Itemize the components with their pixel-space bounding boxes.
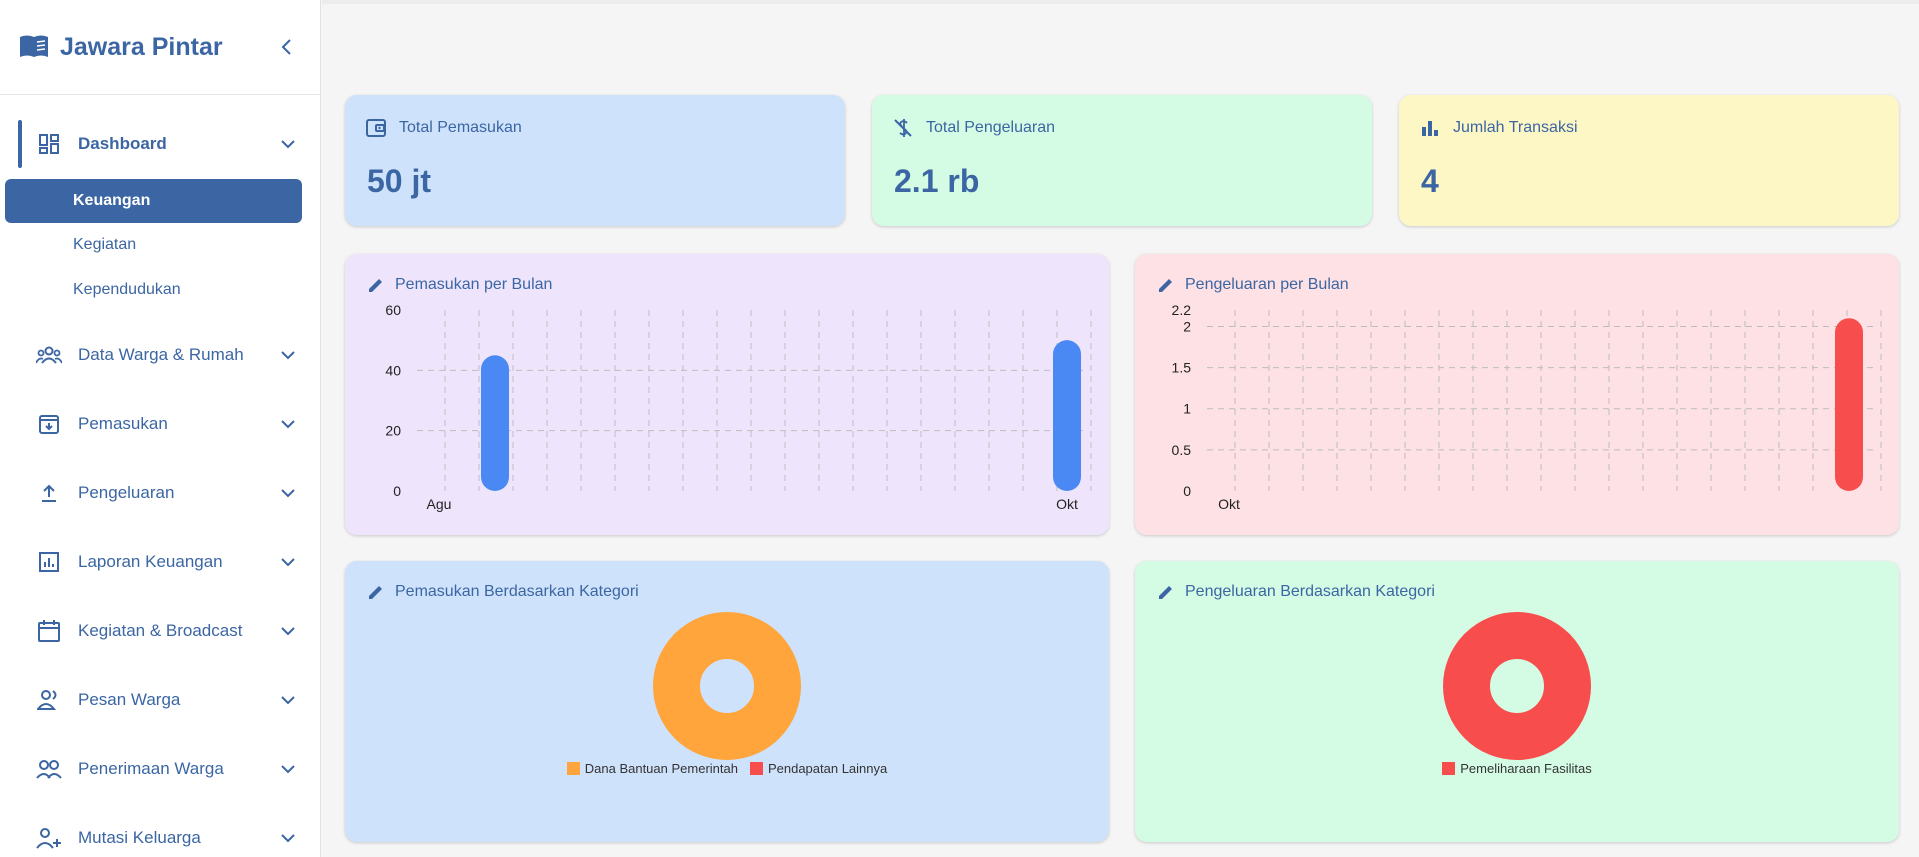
stat-card-total-pengeluaran: Total Pengeluaran 2.1 rb bbox=[872, 95, 1372, 226]
chevron-down-icon bbox=[281, 765, 295, 774]
sidebar-item-label: Penerimaan Warga bbox=[78, 759, 224, 778]
sidebar-item-label: Kegiatan & Broadcast bbox=[78, 621, 243, 640]
bar-chart-icon bbox=[1422, 121, 1438, 136]
chart-card-pemasukan-per-bulan: Pemasukan per Bulan 0 20 40 60 Agu Okt bbox=[345, 254, 1109, 535]
people-accept-icon bbox=[36, 757, 62, 781]
donut-chart-pemasukan bbox=[653, 612, 801, 760]
sidebar-item-pengeluaran[interactable]: Pengeluaran bbox=[0, 471, 320, 515]
stat-value: 2.1 rb bbox=[894, 163, 980, 199]
people-group-icon bbox=[36, 343, 62, 367]
upload-icon bbox=[36, 481, 62, 505]
x-tick-label: Agu bbox=[427, 496, 452, 512]
chevron-down-icon bbox=[281, 834, 295, 843]
y-tick-label: 2 bbox=[1183, 318, 1191, 334]
legend-item: Pemeliharaan Fasilitas bbox=[1442, 761, 1592, 776]
chart-card-pengeluaran-per-bulan: Pengeluaran per Bulan 0 0.5 1 1.5 2 2.2 Okt bbox=[1135, 254, 1899, 535]
book-logo-icon bbox=[20, 35, 48, 57]
sidebar-item-label: Mutasi Keluarga bbox=[78, 828, 201, 847]
legend-swatch bbox=[566, 762, 580, 775]
legend-item: Pendapatan Lainnya bbox=[749, 761, 888, 776]
sidebar-item-penerimaan-warga[interactable]: Penerimaan Warga bbox=[0, 747, 320, 791]
sidebar-item-label: Dashboard bbox=[78, 134, 167, 153]
sidebar-item-kegiatan-broadcast[interactable]: Kegiatan & Broadcast bbox=[0, 609, 320, 653]
people-message-icon bbox=[36, 688, 62, 712]
chevron-down-icon bbox=[281, 696, 295, 705]
sidebar-item-label: Laporan Keuangan bbox=[78, 552, 223, 571]
chevron-down-icon bbox=[281, 489, 295, 498]
bar bbox=[1053, 340, 1081, 491]
legend-label: Dana Bantuan Pemerintah bbox=[584, 761, 738, 776]
chevron-left-icon bbox=[281, 39, 291, 55]
bar-chart-pemasukan: 0 20 40 60 Agu Okt bbox=[385, 302, 1092, 512]
sidebar-item-mutasi-keluarga[interactable]: Mutasi Keluarga bbox=[0, 816, 320, 857]
sidebar-subitem-kegiatan[interactable]: Kegiatan bbox=[5, 223, 302, 267]
y-tick-label: 1 bbox=[1183, 401, 1191, 417]
sidebar-item-label: Pesan Warga bbox=[78, 690, 181, 709]
chevron-down-icon bbox=[281, 627, 295, 636]
sidebar-subitem-keuangan[interactable]: Keuangan bbox=[5, 179, 302, 223]
sidebar-item-dashboard[interactable]: Dashboard bbox=[0, 122, 320, 166]
stat-value: 4 bbox=[1421, 163, 1439, 199]
stat-title: Total Pemasukan bbox=[399, 119, 522, 136]
app-title: Jawara Pintar bbox=[60, 32, 223, 61]
y-tick-label: 60 bbox=[385, 302, 401, 318]
dashboard-icon bbox=[36, 132, 62, 156]
calendar-icon bbox=[36, 619, 62, 643]
money-off-icon bbox=[894, 119, 912, 137]
y-tick-label: 0 bbox=[1183, 483, 1191, 499]
legend-swatch bbox=[749, 762, 763, 775]
legend-label: Pendapatan Lainnya bbox=[767, 761, 888, 776]
donut-chart-pengeluaran bbox=[1443, 612, 1591, 760]
bar-chart-pengeluaran: 0 0.5 1 1.5 22.2 Okt bbox=[1172, 302, 1882, 512]
y-tick-label: 2.2 bbox=[1172, 302, 1192, 318]
chevron-down-icon bbox=[281, 351, 295, 360]
sidebar-item-pesan-warga[interactable]: Pesan Warga bbox=[0, 678, 320, 722]
chart-card-pengeluaran-kategori: Pengeluaran Berdasarkan Kategori Pemelih… bbox=[1135, 561, 1899, 842]
sidebar-item-data-warga[interactable]: Data Warga & Rumah bbox=[0, 333, 320, 377]
sidebar-item-label: Data Warga & Rumah bbox=[78, 345, 244, 364]
y-tick-label: 40 bbox=[385, 362, 401, 378]
wallet-icon bbox=[366, 119, 386, 137]
x-tick-label: Okt bbox=[1218, 496, 1240, 512]
chevron-down-icon bbox=[281, 420, 295, 429]
sidebar: Jawara Pintar Dashboard Keuangan Kegiata… bbox=[0, 0, 321, 857]
person-add-icon bbox=[36, 826, 62, 850]
collapse-sidebar-button[interactable] bbox=[272, 32, 302, 62]
y-tick-label: 0.5 bbox=[1172, 442, 1192, 458]
income-box-icon bbox=[36, 412, 62, 436]
y-tick-label: 0 bbox=[393, 483, 401, 499]
legend-item: Dana Bantuan Pemerintah bbox=[566, 761, 738, 776]
stat-title: Total Pengeluaran bbox=[926, 119, 1055, 136]
pie-slice bbox=[653, 612, 801, 760]
legend-label: Pemeliharaan Fasilitas bbox=[1460, 761, 1592, 776]
sidebar-item-pemasukan[interactable]: Pemasukan bbox=[0, 402, 320, 446]
legend-swatch bbox=[1442, 762, 1456, 775]
bar bbox=[481, 355, 509, 491]
chart-card-pemasukan-kategori: Pemasukan Berdasarkan Kategori Dana Bant… bbox=[345, 561, 1109, 842]
sidebar-item-label: Pengeluaran bbox=[78, 483, 175, 502]
brand-header: Jawara Pintar bbox=[0, 0, 320, 95]
chart-legend: Pemeliharaan Fasilitas bbox=[1135, 761, 1899, 776]
y-tick-label: 1.5 bbox=[1172, 360, 1192, 376]
sidebar-item-laporan-keuangan[interactable]: Laporan Keuangan bbox=[0, 540, 320, 584]
report-chart-icon bbox=[36, 550, 62, 574]
sidebar-subitem-kependudukan[interactable]: Kependudukan bbox=[5, 268, 302, 312]
x-tick-label: Okt bbox=[1056, 496, 1078, 512]
y-tick-label: 20 bbox=[385, 423, 401, 439]
stat-card-jumlah-transaksi: Jumlah Transaksi 4 bbox=[1399, 95, 1899, 226]
bar bbox=[1835, 318, 1863, 491]
stat-card-total-pemasukan: Total Pemasukan 50 jt bbox=[345, 95, 845, 226]
sidebar-item-label: Pemasukan bbox=[78, 414, 168, 433]
main-content: Total Pemasukan 50 jt Total Pengeluaran … bbox=[322, 0, 1919, 857]
chevron-down-icon bbox=[281, 140, 295, 149]
stat-value: 50 jt bbox=[367, 163, 432, 199]
pie-slice bbox=[1443, 612, 1591, 760]
chart-legend: Dana Bantuan Pemerintah Pendapatan Lainny… bbox=[345, 761, 1109, 776]
stat-title: Jumlah Transaksi bbox=[1453, 119, 1578, 136]
chevron-down-icon bbox=[281, 558, 295, 567]
